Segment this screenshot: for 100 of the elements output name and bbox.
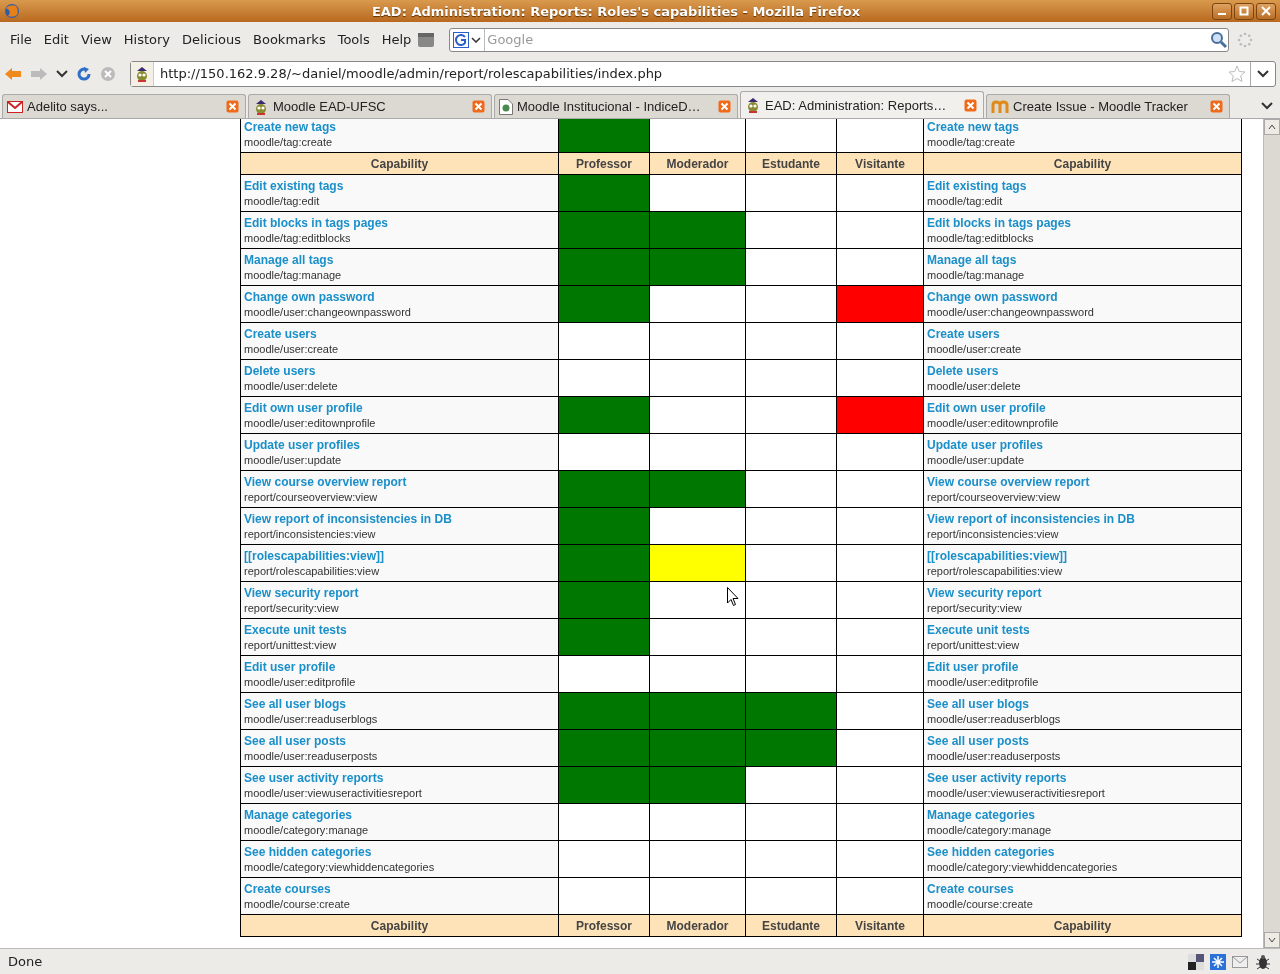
capability-link[interactable]: Create new tags [927, 120, 1238, 134]
capability-link[interactable]: See hidden categories [927, 845, 1238, 859]
capability-link[interactable]: View course overview report [244, 475, 555, 489]
menu-item[interactable]: Bookmarks [247, 32, 332, 47]
browser-tab[interactable]: Create Issue - Moodle Tracker [986, 94, 1230, 118]
capability-link[interactable]: Update user profiles [927, 438, 1238, 452]
capability-link[interactable]: Delete users [244, 364, 555, 378]
capability-link[interactable]: Create users [244, 327, 555, 341]
capability-link[interactable]: Update user profiles [244, 438, 555, 452]
squares-icon[interactable] [1188, 953, 1204, 970]
caret-icon[interactable] [56, 69, 68, 78]
capability-link[interactable]: Edit own user profile [927, 401, 1238, 415]
capability-link[interactable]: See all user posts [927, 734, 1238, 748]
capability-link[interactable]: View report of inconsistencies in DB [244, 512, 555, 526]
capability-link[interactable]: Create users [927, 327, 1238, 341]
capability-link[interactable]: See all user blogs [244, 697, 555, 711]
capability-path: moodle/tag:edit [244, 195, 321, 207]
capability-link[interactable]: See hidden categories [244, 845, 555, 859]
capability-link[interactable]: See user activity reports [927, 771, 1238, 785]
capability-path: report/courseoverview:view [927, 491, 1062, 503]
capability-link[interactable]: Edit user profile [927, 660, 1238, 674]
menu-item[interactable]: Tools [331, 32, 376, 47]
owl-icon [253, 98, 269, 115]
caret-icon[interactable] [1257, 69, 1269, 78]
caret-icon[interactable] [1261, 102, 1273, 110]
search-field[interactable]: Google [485, 31, 1211, 48]
reload-icon[interactable] [76, 65, 92, 82]
close-icon[interactable] [718, 100, 731, 113]
menu-item[interactable]: History [117, 32, 177, 47]
bug-icon[interactable] [1254, 952, 1272, 971]
url-text: http://150.162.9.28/~daniel/moodle/admin/report/rolescapabilities/index.php [159, 66, 664, 81]
star-icon[interactable] [1228, 64, 1246, 83]
maximize-button[interactable] [1234, 2, 1254, 20]
capability-path: moodle/user:editownprofile [244, 417, 377, 429]
close-icon[interactable] [472, 100, 485, 113]
capability-link[interactable]: View security report [927, 586, 1238, 600]
arches-icon [991, 99, 1009, 114]
package-icon[interactable] [417, 30, 436, 49]
capability-link[interactable]: View report of inconsistencies in DB [927, 512, 1238, 526]
capability-path: moodle/user:update [927, 454, 1026, 466]
snowflake-icon[interactable] [1210, 953, 1226, 970]
capability-link[interactable]: Edit blocks in tags pages [927, 216, 1238, 230]
capability-path: moodle/user:viewuseractivitiesreport [244, 787, 423, 799]
capability-link[interactable]: Change own password [927, 290, 1238, 304]
menu-item[interactable]: Delicious [176, 32, 248, 47]
menu-item[interactable]: File [4, 32, 38, 47]
capability-path: report/security:view [927, 602, 1023, 614]
capability-link[interactable]: Edit blocks in tags pages [244, 216, 555, 230]
capability-link[interactable]: Manage all tags [927, 253, 1238, 267]
capability-link[interactable]: [[rolescapabilities:view]] [244, 549, 555, 563]
capability-link[interactable]: View course overview report [927, 475, 1238, 489]
capability-link[interactable]: View security report [244, 586, 555, 600]
minimize-button[interactable] [1212, 2, 1232, 20]
capability-link[interactable]: See user activity reports [244, 771, 555, 785]
browser-tab[interactable]: Moodle EAD-UFSC [248, 94, 492, 118]
menu-item[interactable]: Help [375, 32, 418, 47]
capability-link[interactable]: [[rolescapabilities:view]] [927, 549, 1238, 563]
capability-link[interactable]: Change own password [244, 290, 555, 304]
capability-link[interactable]: See all user posts [244, 734, 555, 748]
capability-link[interactable]: Manage categories [927, 808, 1238, 822]
capability-link[interactable]: Delete users [927, 364, 1238, 378]
capability-link[interactable]: Edit existing tags [244, 179, 555, 193]
browser-tab[interactable]: Adelito says... [2, 94, 246, 118]
menu-item[interactable]: View [74, 32, 118, 47]
capability-link[interactable]: See all user blogs [927, 697, 1238, 711]
scrollbar[interactable] [1263, 119, 1280, 948]
close-icon[interactable] [964, 98, 977, 112]
capability-link[interactable]: Create courses [244, 882, 555, 896]
menu-item[interactable]: Edit [37, 32, 75, 47]
capability-path: moodle/user:update [244, 454, 343, 466]
capability-path: moodle/user:changeownpassword [927, 306, 1095, 318]
close-button[interactable] [1256, 2, 1276, 20]
capability-link[interactable]: Execute unit tests [927, 623, 1238, 637]
capability-path: moodle/tag:manage [244, 269, 343, 281]
column-header: Capability [923, 152, 1242, 175]
capability-link[interactable]: Edit own user profile [244, 401, 555, 415]
capability-path: moodle/tag:edit [927, 195, 1004, 207]
search-engine-icon[interactable] [453, 31, 470, 48]
search-box[interactable]: Google [449, 27, 1230, 52]
capability-link[interactable]: Edit existing tags [927, 179, 1238, 193]
close-icon[interactable] [1210, 100, 1223, 113]
capability-link[interactable]: Manage categories [244, 808, 555, 822]
capability-path: moodle/category:manage [927, 824, 1053, 836]
status-text: Done [8, 954, 44, 969]
globe-icon [4, 3, 20, 19]
capability-link[interactable]: Execute unit tests [244, 623, 555, 637]
scroll-up-icon[interactable] [1268, 124, 1276, 130]
owl-icon[interactable] [134, 65, 150, 82]
browser-tab[interactable]: EAD: Administration: Reports… [740, 91, 984, 118]
search-icon[interactable] [1210, 30, 1229, 49]
close-icon[interactable] [226, 100, 239, 113]
capability-link[interactable]: Create courses [927, 882, 1238, 896]
address-field[interactable]: http://150.162.9.28/~daniel/moodle/admin/report/rolescapabilities/index.php [130, 60, 1276, 87]
capability-link[interactable]: Manage all tags [244, 253, 555, 267]
caret-icon[interactable] [471, 36, 482, 43]
capability-link[interactable]: Edit user profile [244, 660, 555, 674]
scroll-down-icon[interactable] [1268, 937, 1276, 943]
capability-link[interactable]: Create new tags [244, 120, 555, 134]
browser-tab[interactable]: Moodle Institucional - IndiceD… [494, 94, 738, 118]
capability-path: report/security:view [244, 602, 340, 614]
